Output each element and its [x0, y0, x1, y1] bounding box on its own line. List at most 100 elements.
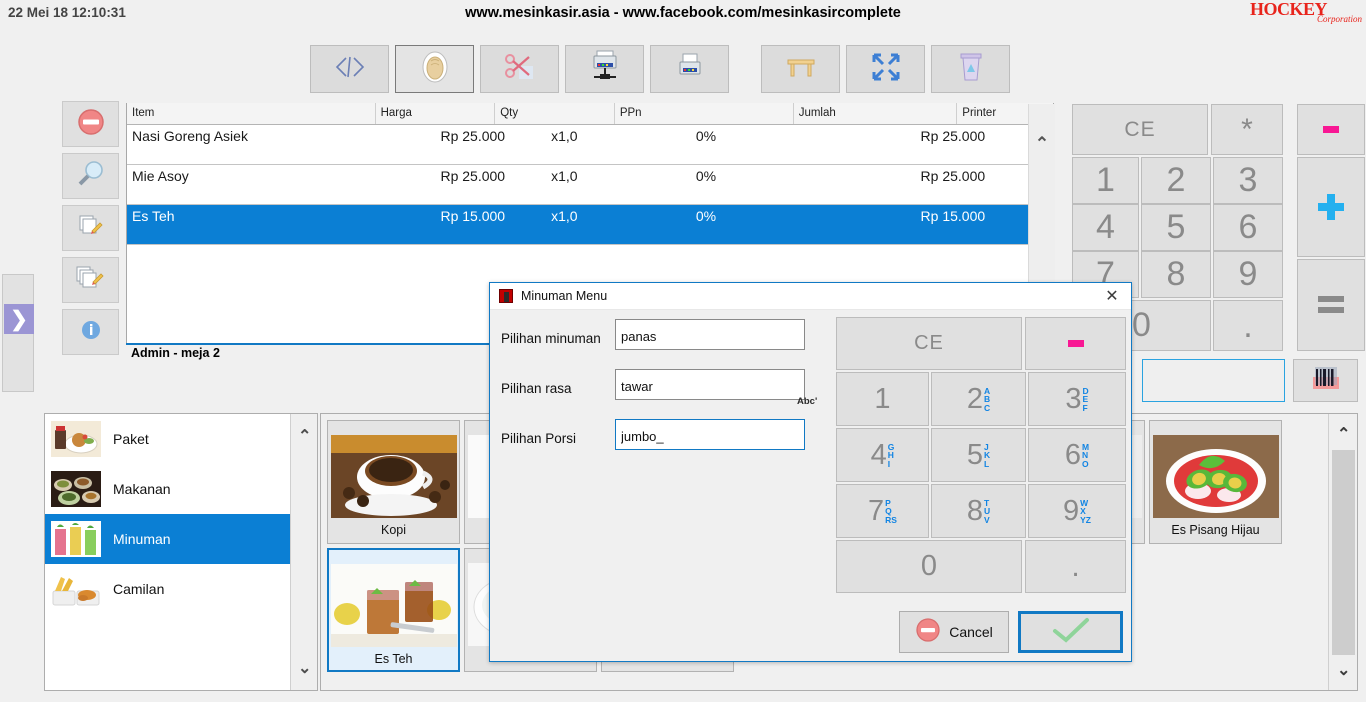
dialog-key-6-button[interactable]: 6 MNO	[1028, 428, 1126, 482]
printer-button[interactable]	[650, 45, 729, 93]
dialog-key-9-button[interactable]: 9 W X YZ	[1028, 484, 1126, 538]
category-label: Makanan	[113, 481, 171, 497]
keypad-8-button[interactable]: 8	[1141, 251, 1211, 298]
field-label: Pilihan rasa	[501, 381, 572, 396]
keypad-6-button[interactable]: 6	[1213, 204, 1283, 251]
dialog-key-5-button[interactable]: 5 JKL	[931, 428, 1026, 482]
dialog-ce-button[interactable]: CE	[836, 317, 1022, 370]
main-toolbar	[310, 45, 1016, 93]
code-button[interactable]	[310, 45, 389, 93]
dialog-key-letters: MNO	[1082, 441, 1090, 469]
dialog-key-3-button[interactable]: 3 DEF	[1028, 372, 1126, 426]
cart-table-header: Item Harga Qty PPn Jumlah Printer	[127, 103, 1053, 125]
fingerprint-button[interactable]	[395, 45, 474, 93]
minus-icon	[1067, 340, 1084, 347]
close-icon[interactable]: ✕	[1093, 283, 1131, 309]
dialog-key-number: 2	[966, 382, 983, 415]
trash-button[interactable]	[931, 45, 1010, 93]
edit-copy-button[interactable]	[62, 205, 119, 251]
table-row[interactable]: Nasi Goreng Asiek Rp 25.000 x1,0 0% Rp 2…	[127, 125, 1053, 165]
edit-multi-copy-button[interactable]	[62, 257, 119, 303]
info-button[interactable]	[62, 309, 119, 355]
category-item-makanan[interactable]: Makanan	[45, 464, 290, 514]
dialog-key-8-button[interactable]: 8 TUV	[931, 484, 1026, 538]
column-header-item: Item	[127, 103, 376, 124]
table-row[interactable]: Mie Asoy Rp 25.000 x1,0 0% Rp 25.000 1	[127, 165, 1053, 205]
cell-jumlah: Rp 15.000	[920, 208, 986, 224]
keypad-1-button[interactable]: 1	[1072, 157, 1139, 204]
barcode-scan-button[interactable]	[1293, 359, 1358, 402]
fullscreen-button[interactable]	[846, 45, 925, 93]
keypad-key-label: 8	[1166, 255, 1186, 293]
product-label: Es Pisang Hijau	[1171, 523, 1260, 537]
category-label: Camilan	[113, 581, 165, 597]
pilihan-porsi-input[interactable]	[615, 419, 805, 450]
remove-item-button[interactable]	[62, 101, 119, 147]
product-card-es-teh[interactable]: Es Teh	[327, 548, 460, 672]
product-card-es-pisang-hijau[interactable]: Es Pisang Hijau	[1149, 420, 1282, 544]
category-item-minuman[interactable]: Minuman	[45, 514, 290, 564]
minuman-thumb	[51, 521, 101, 557]
scissors-button[interactable]	[480, 45, 559, 93]
cell-qty: x1,0	[551, 128, 578, 144]
dialog-key-2-button[interactable]: 2 ABC	[931, 372, 1026, 426]
scrollbar-thumb[interactable]	[1332, 450, 1355, 655]
search-item-button[interactable]	[62, 153, 119, 199]
dialog-key-number: 3	[1065, 382, 1082, 415]
keypad-4-button[interactable]: 4	[1072, 204, 1139, 251]
dialog-key-number: 6	[1064, 438, 1082, 471]
pos-application: 22 Mei 18 12:10:31 www.mesinkasir.asia -…	[0, 0, 1366, 702]
keypad-key-label: 3	[1238, 161, 1258, 199]
cancel-button[interactable]: Cancel	[899, 611, 1009, 653]
pilihan-minuman-input[interactable]	[615, 319, 805, 350]
cell-item: Es Teh	[132, 208, 175, 224]
keypad-equals-button[interactable]	[1297, 259, 1365, 351]
site-banner-text: www.mesinkasir.asia - www.facebook.com/m…	[465, 5, 901, 21]
keypad-minus-button[interactable]	[1297, 104, 1365, 155]
category-item-paket[interactable]: Paket	[45, 414, 290, 464]
camilan-thumb	[51, 571, 101, 607]
keypad-2-button[interactable]: 2	[1141, 157, 1211, 204]
chevron-down-icon[interactable]: ⌄	[298, 658, 311, 678]
product-card-kopi[interactable]: Kopi	[327, 420, 460, 544]
dialog-minus-button[interactable]	[1025, 317, 1126, 370]
makanan-thumb	[51, 471, 101, 507]
chevron-down-icon[interactable]: ⌄	[1337, 660, 1350, 680]
keypad-key-label: 4	[1096, 208, 1115, 246]
dialog-key-7-button[interactable]: 7 P Q RS	[836, 484, 929, 538]
operator-label: Admin - meja 2	[131, 346, 220, 360]
dialog-key-number: 9	[1062, 494, 1080, 527]
printer-network-button[interactable]	[565, 45, 644, 93]
table-row[interactable]: Es Teh Rp 15.000 x1,0 0% Rp 15.000 1	[127, 205, 1053, 245]
pisang-hijau-thumb	[1152, 435, 1279, 518]
pilihan-rasa-input[interactable]	[615, 369, 805, 400]
category-scrollbar[interactable]: ⌃ ⌄	[290, 414, 317, 690]
dialog-key-number: 0	[920, 550, 938, 582]
expand-sidebar-button[interactable]: ❯	[4, 304, 34, 334]
dialog-dot-label: .	[1071, 549, 1080, 583]
remove-icon	[76, 107, 106, 142]
product-scrollbar[interactable]: ⌃ ⌄	[1328, 414, 1357, 690]
category-item-camilan[interactable]: Camilan	[45, 564, 290, 614]
table-button[interactable]	[761, 45, 840, 93]
chevron-up-icon[interactable]: ⌃	[1337, 424, 1350, 444]
chevron-up-icon[interactable]: ⌃	[298, 426, 311, 446]
keypad-ce-button[interactable]: CE	[1072, 104, 1208, 155]
dialog-key-letters: ABC	[984, 385, 991, 413]
keypad-3-button[interactable]: 3	[1213, 157, 1283, 204]
dialog-title-bar: Minuman Menu ✕	[490, 283, 1131, 310]
keypad-9-button[interactable]: 9	[1213, 251, 1283, 298]
hockey-logo: HOCKEY Corporation	[1250, 0, 1362, 27]
dialog-key-0-button[interactable]: 0	[836, 540, 1022, 593]
keypad-star-button[interactable]: *	[1211, 104, 1283, 155]
confirm-button[interactable]	[1018, 611, 1123, 653]
dialog-key-4-button[interactable]: 4 GHI	[836, 428, 929, 482]
dialog-key-1-button[interactable]: 1	[836, 372, 929, 426]
keypad-5-button[interactable]: 5	[1141, 204, 1211, 251]
barcode-input[interactable]	[1142, 359, 1285, 402]
keypad-plus-button[interactable]	[1297, 157, 1365, 257]
dialog-dot-button[interactable]: .	[1025, 540, 1126, 593]
dialog-key-letters: GHI	[887, 441, 895, 469]
category-list-panel: Paket Makanan Minuman Camilan ⌃ ⌄	[44, 413, 318, 691]
keypad-dot-button[interactable]: .	[1213, 300, 1283, 351]
